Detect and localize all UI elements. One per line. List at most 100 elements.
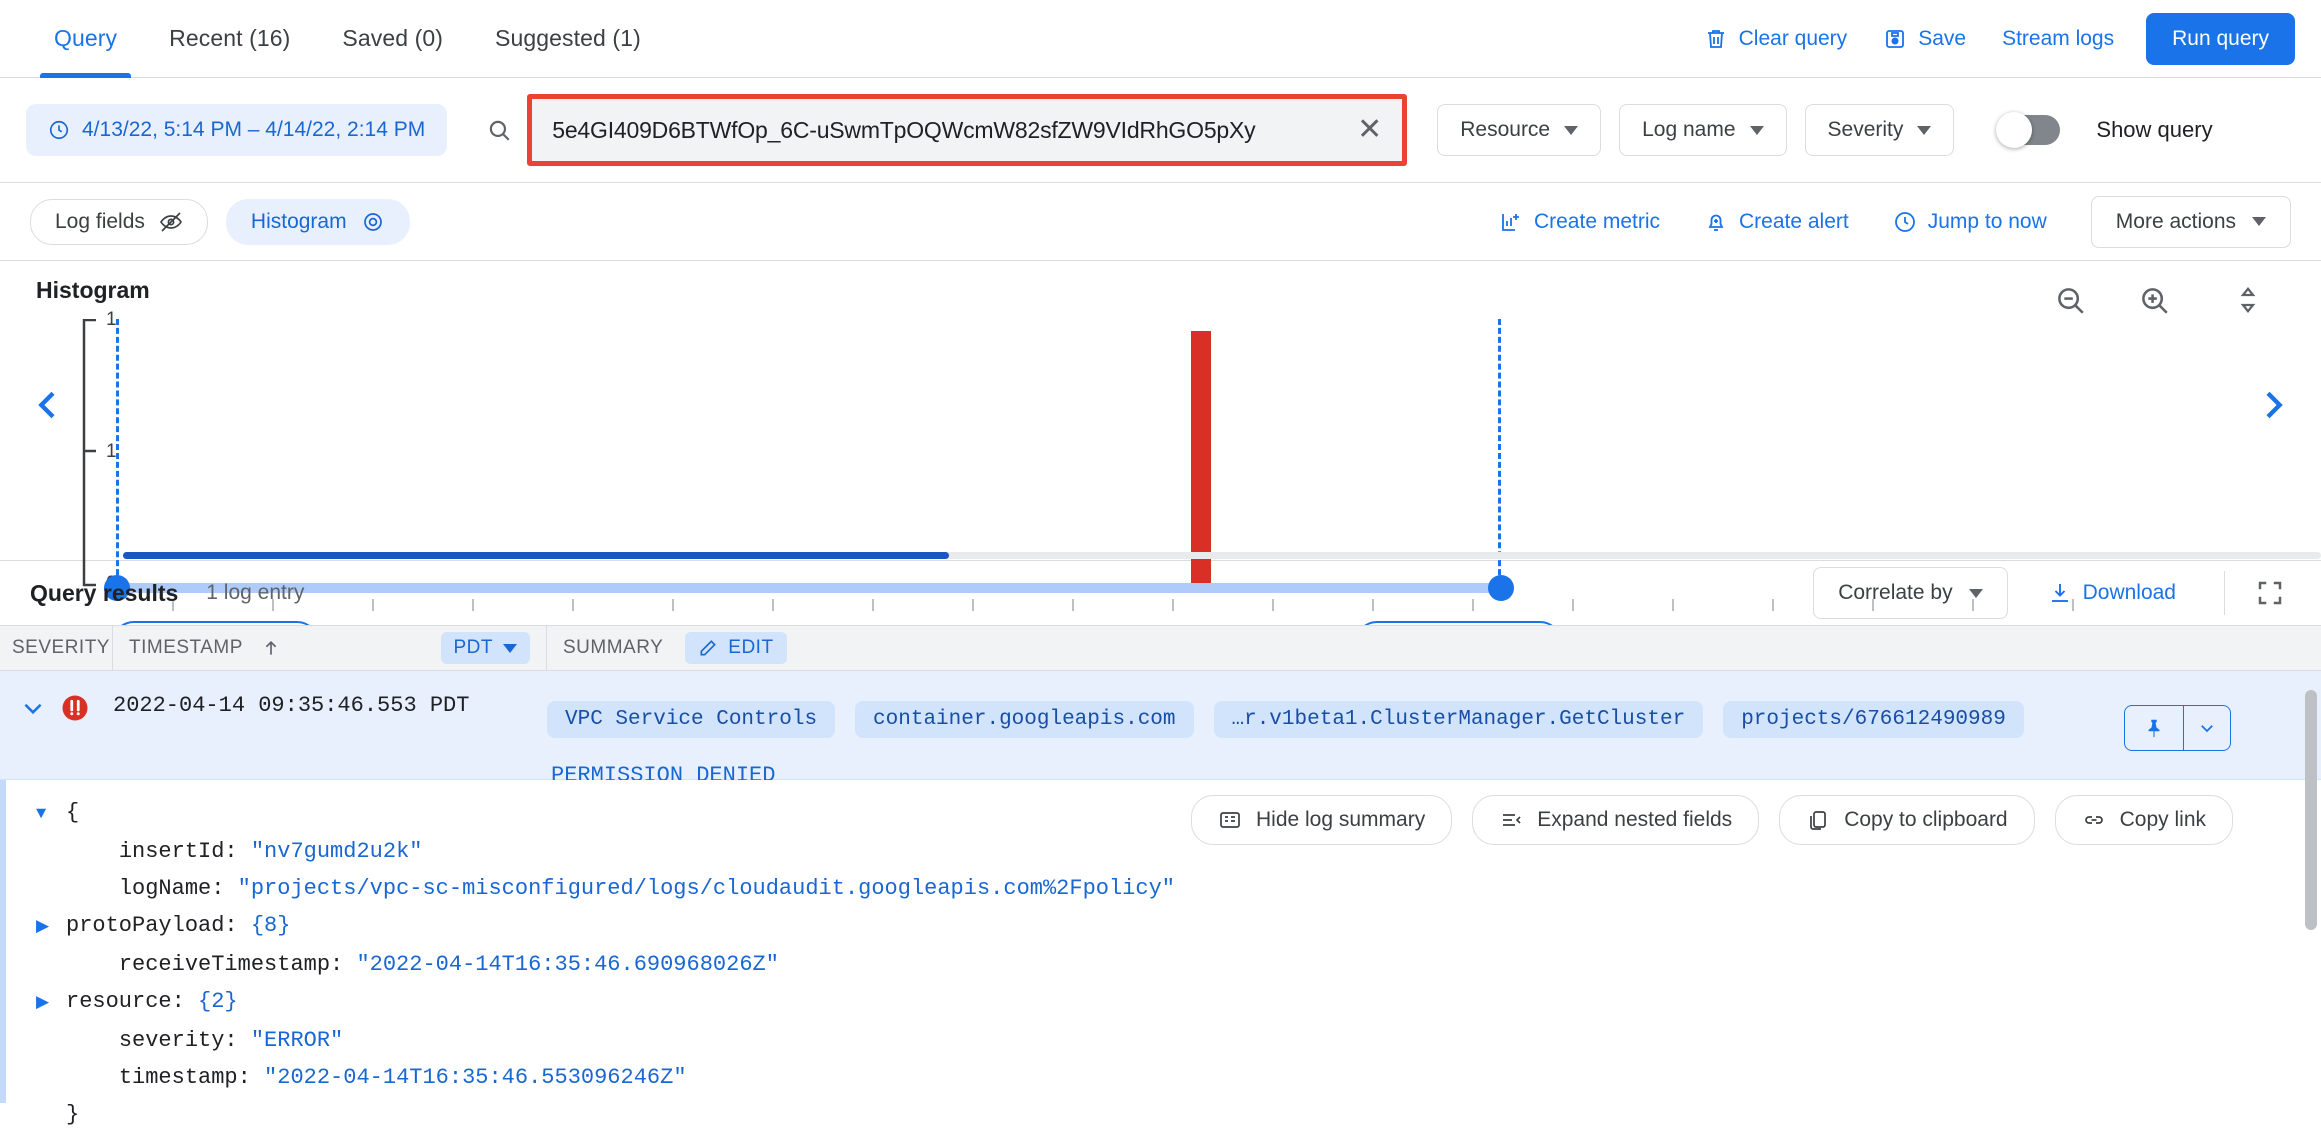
- expand-triangle-icon[interactable]: ▶: [36, 985, 66, 1022]
- query-results-actions: Correlate by Download: [1795, 567, 2291, 619]
- more-actions-button[interactable]: More actions: [2090, 195, 2291, 248]
- detail-action-buttons: Hide log summary Expand nested fields Co…: [1190, 795, 2233, 845]
- copy-to-clipboard-button[interactable]: Copy to clipboard: [1779, 795, 2035, 845]
- trash-icon: [1704, 27, 1728, 51]
- json-line[interactable]: ▶ resource: {2}: [36, 983, 1175, 1022]
- run-query-button[interactable]: Run query: [2146, 12, 2295, 65]
- zoom-in-icon[interactable]: [2137, 283, 2171, 317]
- download-icon: [2048, 581, 2072, 605]
- column-header-timestamp[interactable]: TIMESTAMP PDT: [113, 625, 547, 671]
- log-name-filter-label: Log name: [1642, 118, 1736, 141]
- json-value: "2022-04-14T16:35:46.690968026Z": [356, 952, 779, 977]
- create-metric-button[interactable]: Create metric: [1481, 200, 1678, 244]
- tab-list: Query Recent (16) Saved (0) Suggested (1…: [0, 0, 667, 78]
- search-area: 5e4GI409D6BTWfOp_6C-uSwmTpOQWcmW82sfZW9V…: [471, 94, 1408, 166]
- histogram-toggle[interactable]: Histogram: [225, 198, 410, 245]
- jump-to-now-label: Jump to now: [1927, 209, 2047, 233]
- top-tab-bar: Query Recent (16) Saved (0) Suggested (1…: [0, 0, 2321, 78]
- create-alert-label: Create alert: [1739, 209, 1849, 233]
- show-query-toggle[interactable]: [1996, 112, 2061, 148]
- search-icon[interactable]: [471, 117, 527, 143]
- json-value: "nv7gumd2u2k": [250, 839, 423, 864]
- json-line[interactable]: ▶ protoPayload: {8}: [36, 907, 1175, 946]
- column-header-severity[interactable]: SEVERITY: [0, 625, 113, 671]
- json-key: {: [66, 800, 80, 825]
- log-entry-severity-cell: [0, 671, 113, 723]
- y-tick-1: 1: [106, 441, 117, 462]
- pin-icon[interactable]: [2124, 705, 2184, 751]
- expand-list-icon: [1499, 808, 1523, 832]
- correlate-by-button[interactable]: Correlate by: [1813, 567, 2008, 619]
- chip-vpc-service-controls[interactable]: VPC Service Controls: [547, 700, 836, 738]
- create-alert-button[interactable]: Create alert: [1686, 200, 1867, 244]
- create-metric-label: Create metric: [1533, 209, 1660, 233]
- json-value: "2022-04-14T16:35:46.553096246Z": [264, 1065, 687, 1090]
- hide-log-summary-label: Hide log summary: [1255, 808, 1426, 831]
- log-entry-detail-panel: Hide log summary Expand nested fields Co…: [0, 780, 2321, 1127]
- log-fields-toggle[interactable]: Log fields: [30, 198, 208, 245]
- copy-icon: [1806, 808, 1830, 832]
- download-button[interactable]: Download: [2030, 571, 2194, 615]
- resource-filter[interactable]: Resource: [1437, 104, 1602, 156]
- histogram-bar[interactable]: [1191, 331, 1211, 583]
- save-button[interactable]: Save: [1865, 17, 1984, 61]
- tab-suggested[interactable]: Suggested (1): [469, 0, 667, 78]
- tab-saved-label: Saved (0): [342, 25, 444, 51]
- expand-vertical-icon[interactable]: [2233, 283, 2263, 317]
- copy-to-clipboard-label: Copy to clipboard: [1844, 808, 2008, 831]
- expand-chevron-down-icon[interactable]: [20, 695, 46, 721]
- search-input-highlighted[interactable]: 5e4GI409D6BTWfOp_6C-uSwmTpOQWcmW82sfZW9V…: [527, 94, 1408, 166]
- range-start-dashline: [116, 319, 119, 584]
- json-value: {8}: [250, 913, 291, 938]
- results-vertical-scrollbar[interactable]: [2305, 690, 2317, 930]
- histogram-title: Histogram: [36, 277, 150, 303]
- copy-link-button[interactable]: Copy link: [2054, 795, 2233, 845]
- chip-method-name[interactable]: …r.v1beta1.ClusterManager.GetCluster: [1213, 700, 1704, 738]
- expand-triangle-icon[interactable]: ▶: [36, 909, 66, 946]
- stream-logs-button[interactable]: Stream logs: [1984, 17, 2132, 61]
- more-actions-label: More actions: [2115, 209, 2236, 233]
- edit-summary-button[interactable]: EDIT: [685, 632, 787, 664]
- query-bar-row: 4/13/22, 5:14 PM – 4/14/22, 2:14 PM 5e4G…: [0, 78, 2321, 183]
- collapse-triangle-icon[interactable]: ▼: [36, 796, 66, 833]
- query-results-title: Query results: [30, 579, 179, 606]
- tab-query-label: Query: [54, 25, 118, 51]
- chip-project-id[interactable]: projects/676612490989: [1723, 700, 2024, 738]
- histogram-scrollbar-thumb[interactable]: [123, 552, 949, 559]
- histogram-next-button[interactable]: [2253, 383, 2293, 427]
- fullscreen-icon[interactable]: [2255, 578, 2291, 608]
- secondary-action-row: Log fields Histogram Create metric Creat…: [0, 183, 2321, 261]
- tab-recent-label: Recent (16): [169, 25, 291, 51]
- column-header-severity-label: SEVERITY: [12, 637, 110, 658]
- hide-log-summary-button[interactable]: Hide log summary: [1190, 795, 1453, 845]
- chip-service-name[interactable]: container.googleapis.com: [855, 700, 1194, 738]
- tab-query[interactable]: Query: [28, 0, 143, 78]
- tab-recent[interactable]: Recent (16): [143, 0, 316, 78]
- range-end-dashline: [1498, 319, 1501, 584]
- expand-nested-fields-button[interactable]: Expand nested fields: [1472, 795, 1760, 845]
- tab-saved[interactable]: Saved (0): [316, 0, 469, 78]
- sort-ascending-icon[interactable]: [261, 638, 281, 658]
- histogram-panel: Histogram 1 1 0: [0, 261, 2321, 667]
- pin-dropdown-chevron-down-icon[interactable]: [2184, 705, 2231, 751]
- severity-filter[interactable]: Severity: [1804, 104, 1955, 156]
- json-line: severity: "ERROR": [36, 1022, 1175, 1059]
- clear-search-icon[interactable]: ✕: [1349, 115, 1382, 145]
- json-line[interactable]: ▼{: [36, 794, 1175, 833]
- time-range-selector[interactable]: 4/13/22, 5:14 PM – 4/14/22, 2:14 PM: [26, 104, 448, 156]
- bell-plus-icon: [1704, 210, 1728, 234]
- y-tick-0: 1: [106, 309, 117, 330]
- log-entry-row[interactable]: 2022-04-14 09:35:46.553 PDT VPC Service …: [0, 671, 2321, 788]
- zoom-out-icon[interactable]: [2053, 283, 2087, 317]
- log-name-filter[interactable]: Log name: [1619, 104, 1787, 156]
- histogram-scrollbar[interactable]: [123, 552, 2321, 559]
- save-disk-icon: [1883, 27, 1907, 51]
- timezone-selector[interactable]: PDT: [440, 632, 530, 664]
- histogram-prev-button[interactable]: [28, 383, 68, 427]
- jump-to-now-button[interactable]: Jump to now: [1875, 200, 2065, 244]
- clock-icon: [1893, 210, 1917, 234]
- link-icon: [2082, 808, 2106, 832]
- clear-query-button[interactable]: Clear query: [1686, 17, 1866, 61]
